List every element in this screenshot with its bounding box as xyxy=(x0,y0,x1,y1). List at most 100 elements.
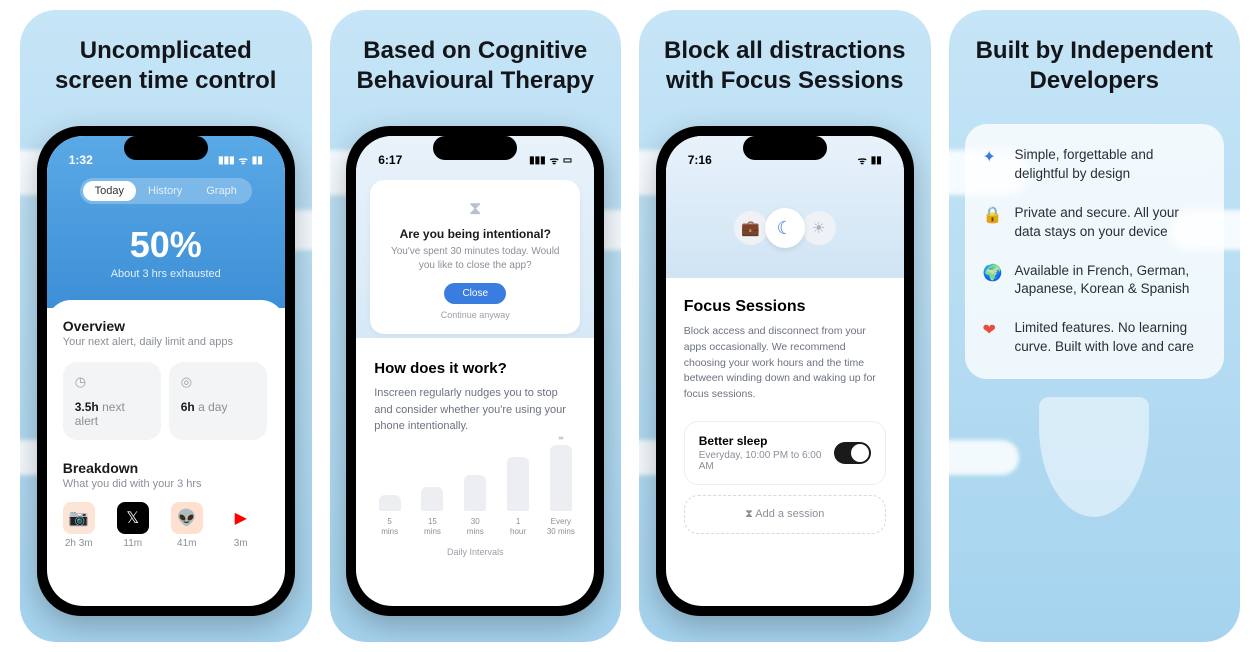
status-time: 6:17 xyxy=(378,153,402,167)
percentage-sub: About 3 hrs exhausted xyxy=(47,268,285,280)
wifi-icon: ᯤ xyxy=(239,153,248,167)
headline: Block all distractions with Focus Sessio… xyxy=(639,10,931,108)
bar-label: 15mins xyxy=(424,517,441,536)
bar-fill xyxy=(507,457,529,511)
signal-icon: ▮▮▮ xyxy=(218,155,235,166)
bar-label: 30mins xyxy=(467,517,484,536)
modal-text: You've spent 30 minutes today. Would you… xyxy=(384,245,566,273)
sleep-mode-icon[interactable]: ☾ xyxy=(765,208,805,248)
breakdown-title: Breakdown xyxy=(63,460,269,476)
feature-text: Simple, forgettable and delightful by de… xyxy=(1015,146,1207,184)
screenshot-panel-1: Uncomplicated screen time control 1:32 ▮… xyxy=(20,10,312,642)
tab-graph[interactable]: Graph xyxy=(194,181,249,201)
feature-card: ✦ Simple, forgettable and delightful by … xyxy=(965,124,1225,379)
app-item-youtube[interactable]: ▶ 3m xyxy=(225,502,257,549)
feature-text: Available in French, German, Japanese, K… xyxy=(1015,262,1207,300)
screenshot-panel-4: Built by Independent Developers ✦ Simple… xyxy=(949,10,1241,642)
stat-card[interactable]: ◷ 3.5h next alert xyxy=(63,362,161,440)
app-item-reddit[interactable]: 👽 41m xyxy=(171,502,203,549)
wifi-icon: ᯤ xyxy=(550,153,559,167)
percentage: 50% xyxy=(47,224,285,266)
app-time: 41m xyxy=(171,538,203,549)
feature-row: 🌍 Available in French, German, Japanese,… xyxy=(983,262,1207,300)
feature-row: 🔒 Private and secure. All your data stay… xyxy=(983,204,1207,242)
session-name: Better sleep xyxy=(699,434,834,448)
stat-text: 6h a day xyxy=(181,400,255,414)
tab-history[interactable]: History xyxy=(136,181,194,201)
app-item-instagram[interactable]: 📷 2h 3m xyxy=(63,502,95,549)
interval-label: Daily Intervals xyxy=(374,547,576,557)
day-mode-icon[interactable]: ☀ xyxy=(802,211,836,245)
feature-row: ❤ Limited features. No learning curve. B… xyxy=(983,319,1207,357)
overview-sub: Your next alert, daily limit and apps xyxy=(63,336,269,348)
app-time: 2h 3m xyxy=(63,538,95,549)
bar-label: Every30 mins xyxy=(547,517,575,536)
reddit-icon: 👽 xyxy=(171,502,203,534)
bar-fill xyxy=(464,475,486,511)
status-time: 7:16 xyxy=(688,153,712,167)
battery-icon: ▭ xyxy=(563,155,572,166)
battery-icon: ▮▮ xyxy=(871,155,882,166)
modal-title: Are you being intentional? xyxy=(384,227,566,241)
feature-text: Private and secure. All your data stays … xyxy=(1015,204,1207,242)
screenshot-panel-3: Block all distractions with Focus Sessio… xyxy=(639,10,931,642)
wifi-icon: ᯤ xyxy=(858,153,867,167)
bar-label: 1hour xyxy=(510,517,526,536)
how-desc: Inscreen regularly nudges you to stop an… xyxy=(374,385,576,435)
feature-icon: 🔒 xyxy=(983,205,1003,225)
status-icons: ▮▮▮ ᯤ ▮▮ xyxy=(218,153,263,167)
status-icons: ▮▮▮ ᯤ ▭ xyxy=(529,153,572,167)
mode-selector[interactable]: 💼 ☾ ☀ xyxy=(734,208,836,248)
x-icon: 𝕏 xyxy=(117,502,149,534)
app-time: 3m xyxy=(225,538,257,549)
session-row[interactable]: Better sleep Everyday, 10:00 PM to 6:00 … xyxy=(684,421,886,485)
bar-label: 5mins xyxy=(381,517,398,536)
status-icons: ᯤ ▮▮ xyxy=(858,153,882,167)
interval-bar[interactable]: 5mins xyxy=(374,495,405,536)
screenshot-panel-2: Based on Cognitive Behavioural Therapy 6… xyxy=(330,10,622,642)
stat-text: 3.5h next alert xyxy=(75,400,149,428)
notch xyxy=(433,136,517,160)
intentional-modal: ⧗ Are you being intentional? You've spen… xyxy=(370,180,580,334)
bar-top-label: ∞ xyxy=(558,435,563,443)
add-session-button[interactable]: ⧗ Add a session xyxy=(684,495,886,534)
status-time: 1:32 xyxy=(69,153,93,167)
interval-bar[interactable]: 30mins xyxy=(460,475,491,536)
bar-fill xyxy=(550,445,572,511)
instagram-icon: 📷 xyxy=(63,502,95,534)
battery-icon: ▮▮ xyxy=(252,155,263,166)
session-time: Everyday, 10:00 PM to 6:00 AM xyxy=(699,450,834,472)
feature-icon: 🌍 xyxy=(983,263,1003,283)
segmented-control[interactable]: Today History Graph xyxy=(80,178,252,204)
headline: Uncomplicated screen time control xyxy=(20,10,312,108)
bar-fill xyxy=(379,495,401,511)
phone-frame: 7:16 ᯤ ▮▮ 💼 ☾ ☀ Focus Sessions Block acc… xyxy=(656,126,914,616)
how-title: How does it work? xyxy=(374,360,576,377)
shield-graphic xyxy=(1039,397,1149,517)
tab-today[interactable]: Today xyxy=(83,181,136,201)
feature-icon: ❤ xyxy=(983,320,1003,340)
continue-link[interactable]: Continue anyway xyxy=(384,310,566,320)
signal-icon: ▮▮▮ xyxy=(529,155,546,166)
close-button[interactable]: Close xyxy=(444,283,506,304)
focus-title: Focus Sessions xyxy=(684,298,886,316)
clock-icon: ◷ xyxy=(75,374,149,390)
bar-fill xyxy=(421,487,443,511)
headline: Built by Independent Developers xyxy=(949,10,1241,108)
focus-desc: Block access and disconnect from your ap… xyxy=(684,324,886,403)
feature-row: ✦ Simple, forgettable and delightful by … xyxy=(983,146,1207,184)
hourglass-icon: ⧗ xyxy=(384,198,566,219)
interval-bar[interactable]: ∞ Every30 mins xyxy=(545,435,576,537)
notch xyxy=(743,136,827,160)
phone-frame: 1:32 ▮▮▮ ᯤ ▮▮ Today History Graph 50% Ab… xyxy=(37,126,295,616)
stat-card[interactable]: ◎ 6h a day xyxy=(169,362,267,440)
session-toggle[interactable] xyxy=(834,442,871,464)
youtube-icon: ▶ xyxy=(225,502,257,534)
interval-bar[interactable]: 1hour xyxy=(503,457,534,536)
breakdown-sub: What you did with your 3 hrs xyxy=(63,478,269,490)
phone-frame: 6:17 ▮▮▮ ᯤ ▭ ⧗ Are you being intentional… xyxy=(346,126,604,616)
interval-bar[interactable]: 15mins xyxy=(417,487,448,536)
app-item-x[interactable]: 𝕏 11m xyxy=(117,502,149,549)
work-mode-icon[interactable]: 💼 xyxy=(734,211,768,245)
overview-title: Overview xyxy=(63,318,269,334)
